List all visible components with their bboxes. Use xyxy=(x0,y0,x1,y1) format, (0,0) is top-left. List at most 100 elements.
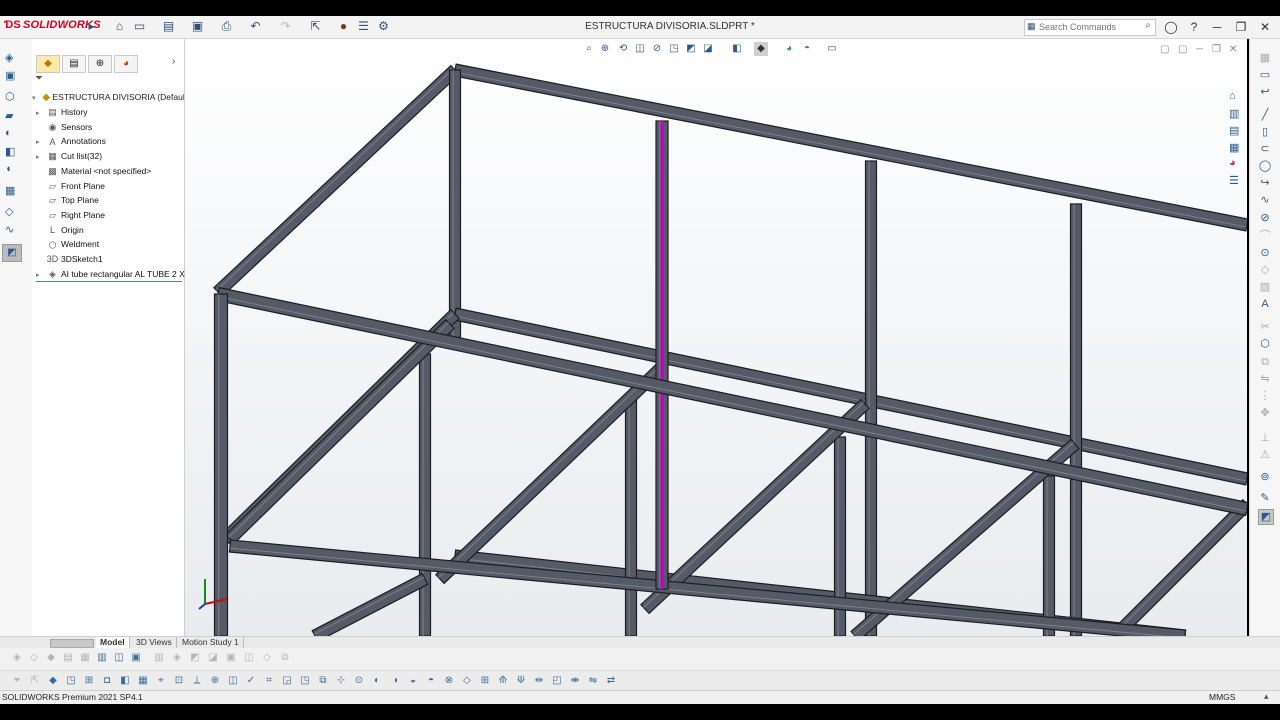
unit-system-indicator[interactable]: MMGS xyxy=(1209,692,1235,702)
undo-icon[interactable]: ↶ xyxy=(248,19,263,34)
appearances-icon[interactable]: ◕ xyxy=(1229,157,1236,169)
sketch-tool-14-icon[interactable]: ✓ xyxy=(244,674,258,688)
weldment-tool-5-icon[interactable]: ▦ xyxy=(78,651,92,665)
sketch-tool-33-icon[interactable]: ⇋ xyxy=(586,674,600,688)
sketch-tool-20-icon[interactable]: ⊙ xyxy=(352,674,366,688)
search-input[interactable] xyxy=(1025,20,1129,33)
collapse-root-icon[interactable]: ▾ xyxy=(32,92,40,104)
line-tool-icon[interactable]: ╱ xyxy=(1258,108,1272,122)
features-icon[interactable]: ◈ xyxy=(5,51,13,64)
sketch-tool-15-icon[interactable]: ⌗ xyxy=(262,674,276,688)
tab-model[interactable]: Model xyxy=(96,637,130,648)
sweep-icon[interactable]: ◧ xyxy=(5,145,15,158)
display-style-icon[interactable]: ◩ xyxy=(684,42,698,56)
options-gear-icon[interactable]: ⚙ xyxy=(376,19,391,34)
curves-icon[interactable]: ∿ xyxy=(5,223,14,236)
sketch-tool-34-icon[interactable]: ⇄ xyxy=(604,674,618,688)
trim-entities-icon[interactable]: ✂ xyxy=(1258,320,1272,334)
sketch-tool-26-icon[interactable]: ◇ xyxy=(460,674,474,688)
weldments-icon[interactable]: ⬡ xyxy=(5,90,15,103)
new-document-icon[interactable]: ▭ xyxy=(132,19,147,34)
convert-entities-icon[interactable]: ⬡ xyxy=(1258,337,1272,351)
view-settings-icon[interactable]: ◓ xyxy=(800,42,814,56)
structural-member-17[interactable] xyxy=(1109,498,1247,636)
zoom-to-fit-icon[interactable]: ⌕ xyxy=(582,42,596,56)
tab-3d-views[interactable]: 3D Views xyxy=(132,637,177,648)
point-tool-icon[interactable]: ⊙ xyxy=(1258,246,1272,260)
section-view-icon[interactable]: ◫ xyxy=(633,42,647,56)
tree-item[interactable]: ▱ Front Plane xyxy=(36,179,105,193)
slot-tool-icon[interactable]: ⊂ xyxy=(1258,142,1272,156)
sketch-tool-23-icon[interactable]: ◒ xyxy=(406,674,420,688)
filter-icon[interactable]: ⏷ xyxy=(35,73,43,84)
quick-snaps-icon[interactable]: ⊚ xyxy=(1258,470,1272,484)
extrude-icon[interactable]: ▰ xyxy=(5,109,13,122)
zoom-area-icon[interactable]: ⊕ xyxy=(598,42,612,56)
minimize-button[interactable]: ─ xyxy=(1206,18,1228,36)
viewport-close-icon[interactable]: ✕ xyxy=(1229,44,1237,55)
feature-tool-4-icon[interactable]: ◪ xyxy=(206,651,220,665)
search-box[interactable]: ▦ ⌕ xyxy=(1024,19,1156,36)
sketch-tool-9-icon[interactable]: ⌖ xyxy=(154,674,168,688)
feature-tool-3-icon[interactable]: ◩ xyxy=(188,651,202,665)
tangent-arc-icon[interactable]: ↪ xyxy=(1258,176,1272,190)
sketch-tool-30-icon[interactable]: ⇹ xyxy=(532,674,546,688)
status-expand-icon[interactable]: ▴ xyxy=(1264,691,1269,702)
fillet-icon[interactable]: ◖ xyxy=(5,163,12,175)
menu-flyout-icon[interactable]: ▸ xyxy=(84,19,99,34)
weldment-tool-8-icon[interactable]: ▣ xyxy=(129,651,143,665)
weldment-tool-4-icon[interactable]: ▤ xyxy=(61,651,75,665)
sketch-tool-22-icon[interactable]: ◑ xyxy=(388,674,402,688)
home-icon[interactable]: ⌂ xyxy=(112,19,127,34)
grid-icon[interactable]: ▦ xyxy=(1258,51,1272,65)
help-icon[interactable]: ? xyxy=(1183,18,1205,36)
weldment-tool-1-icon[interactable]: ◈ xyxy=(10,651,24,665)
tree-item[interactable]: ▸ ◈ AI tube rectangular AL TUBE 2 X 1 xyxy=(36,267,192,282)
feature-tool-2-icon[interactable]: ◈ xyxy=(170,651,184,665)
instant-2d-icon[interactable]: ◩ xyxy=(1258,509,1274,525)
viewport-split-icon[interactable]: ▢ xyxy=(1178,44,1187,55)
design-library-icon[interactable]: ▥ xyxy=(1229,107,1239,120)
feature-tool-1-icon[interactable]: ▥ xyxy=(152,651,166,665)
user-account-icon[interactable]: ◯ xyxy=(1160,18,1182,36)
tree-item[interactable]: ⬡ Weldment xyxy=(36,237,100,251)
sketch-tool-31-icon[interactable]: ◰ xyxy=(550,674,564,688)
display-relations-icon[interactable]: ⊥ xyxy=(1258,431,1272,445)
tree-root[interactable]: ▾ ◆ ESTRUCTURA DIVISORIA (Default<As M xyxy=(32,90,184,104)
sketch-tool-27-icon[interactable]: ⊞ xyxy=(478,674,492,688)
sketch-tool-28-icon[interactable]: ⟰ xyxy=(496,674,510,688)
edit-appearance-icon[interactable]: ◆ xyxy=(754,42,768,56)
structural-member-5[interactable] xyxy=(864,160,878,636)
appearance-tab-icon[interactable]: ◕ xyxy=(114,55,138,73)
structural-member-9[interactable] xyxy=(418,353,432,636)
pattern-icon[interactable]: ▦ xyxy=(5,184,15,197)
sketch-tool-21-icon[interactable]: ◐ xyxy=(370,674,384,688)
propertymanager-tab-icon[interactable]: ▤ xyxy=(62,55,86,73)
view-palette-icon[interactable]: ▦ xyxy=(1229,141,1239,154)
dynamic-annotation-icon[interactable]: ⊘ xyxy=(650,42,664,56)
sketch-tool-5-icon[interactable]: ⊞ xyxy=(82,674,96,688)
feature-tool-5-icon[interactable]: ▣ xyxy=(224,651,238,665)
feature-tool-7-icon[interactable]: ◇ xyxy=(260,651,274,665)
move-entities-icon[interactable]: ✥ xyxy=(1258,406,1272,420)
sketch-tool-17-icon[interactable]: ◳ xyxy=(298,674,312,688)
tab-motion-study-1[interactable]: Motion Study 1 xyxy=(178,637,244,648)
viewport-minimize-icon[interactable]: ─ xyxy=(1196,44,1203,55)
feature-tool-6-icon[interactable]: ◫ xyxy=(242,651,256,665)
weldment-tool-7-icon[interactable]: ◫ xyxy=(112,651,126,665)
screen-display-icon[interactable]: ▭ xyxy=(825,42,839,56)
file-explorer-icon[interactable]: ▤ xyxy=(1229,124,1239,137)
structural-member-1[interactable] xyxy=(453,63,1247,232)
open-folder-icon[interactable]: ▤ xyxy=(161,19,176,34)
sketch-tool-3-icon[interactable]: ◆ xyxy=(46,674,60,688)
structural-member-6[interactable] xyxy=(1069,203,1083,636)
sketch-tool-24-icon[interactable]: ◓ xyxy=(424,674,438,688)
redo-icon[interactable]: ↷ xyxy=(278,19,293,34)
sketch-tool-7-icon[interactable]: ◧ xyxy=(118,674,132,688)
tree-item[interactable]: 3D 3DSketch1 xyxy=(36,252,103,266)
structural-member-10[interactable] xyxy=(624,393,638,636)
spline-tool-icon[interactable]: ∿ xyxy=(1258,193,1272,207)
plane-sketch-icon[interactable]: ◇ xyxy=(1258,263,1272,277)
structural-member-2[interactable] xyxy=(213,64,460,298)
save-icon[interactable]: ▣ xyxy=(190,19,205,34)
